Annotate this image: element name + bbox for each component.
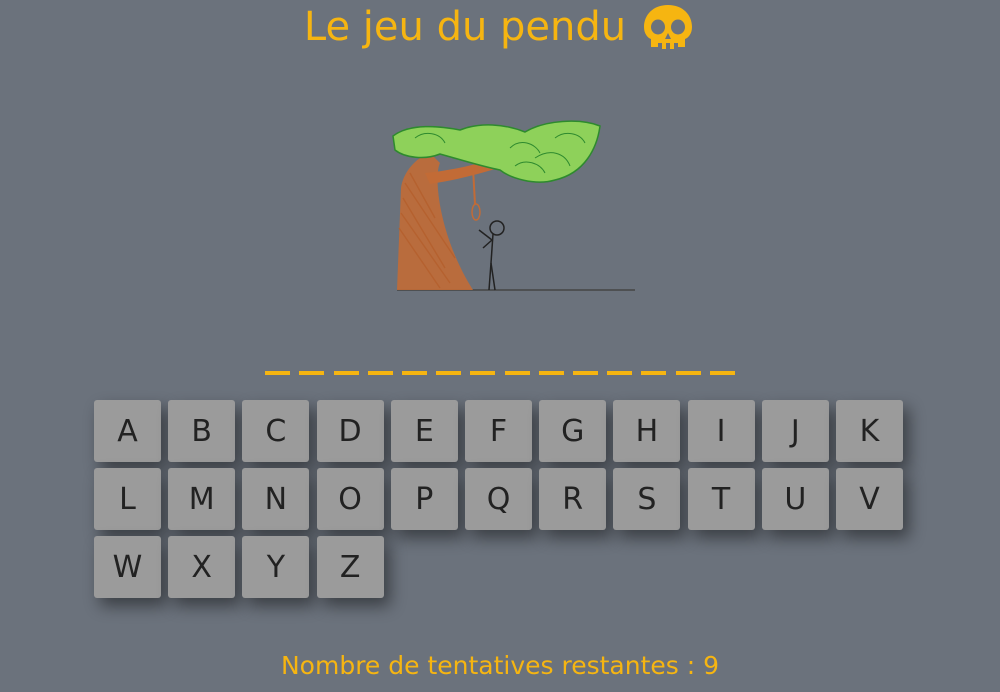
hangman-page: Le jeu du pendu A B C D E F G H I J K L … — [0, 0, 1000, 692]
key-y[interactable]: Y — [242, 536, 310, 598]
letter-blank — [299, 353, 325, 375]
letter-blank — [675, 353, 701, 375]
key-e[interactable]: E — [390, 400, 458, 462]
key-q[interactable]: Q — [465, 468, 532, 530]
letter-blank — [709, 353, 735, 375]
letter-blank — [333, 353, 359, 375]
key-k[interactable]: K — [836, 400, 903, 462]
key-n[interactable]: N — [242, 468, 310, 530]
letter-blank — [402, 353, 428, 375]
key-x[interactable]: X — [168, 536, 236, 598]
key-l[interactable]: L — [94, 468, 161, 530]
key-m[interactable]: M — [168, 468, 236, 530]
key-z[interactable]: Z — [316, 536, 384, 598]
key-j[interactable]: J — [761, 400, 829, 462]
letter-blank — [641, 353, 667, 375]
letter-blank — [504, 353, 530, 375]
letter-blank — [265, 353, 291, 375]
key-a[interactable]: A — [94, 400, 161, 462]
hangman-drawing — [392, 120, 635, 291]
key-o[interactable]: O — [316, 468, 384, 530]
letter-blank — [436, 353, 462, 375]
letter-blank — [572, 353, 598, 375]
key-f[interactable]: F — [465, 400, 532, 462]
page-title: Le jeu du pendu — [0, 2, 1000, 52]
key-t[interactable]: T — [687, 468, 755, 530]
key-w[interactable]: W — [94, 536, 161, 598]
skull-icon — [644, 5, 693, 49]
key-c[interactable]: C — [242, 400, 310, 462]
key-h[interactable]: H — [613, 400, 681, 462]
key-u[interactable]: U — [761, 468, 829, 530]
key-g[interactable]: G — [539, 400, 607, 462]
key-b[interactable]: B — [168, 400, 236, 462]
letter-blank — [538, 353, 564, 375]
hidden-word — [0, 335, 1000, 375]
key-p[interactable]: P — [390, 468, 458, 530]
key-d[interactable]: D — [316, 400, 384, 462]
key-v[interactable]: V — [836, 468, 903, 530]
letter-blank — [470, 353, 496, 375]
attempts-remaining-text: Nombre de tentatives restantes : 9 — [280, 651, 720, 680]
page-title-text: Le jeu du pendu — [303, 4, 627, 50]
key-r[interactable]: R — [539, 468, 607, 530]
key-i[interactable]: I — [687, 400, 755, 462]
key-s[interactable]: S — [613, 468, 681, 530]
letter-blank — [607, 353, 633, 375]
letter-blank — [367, 353, 393, 375]
